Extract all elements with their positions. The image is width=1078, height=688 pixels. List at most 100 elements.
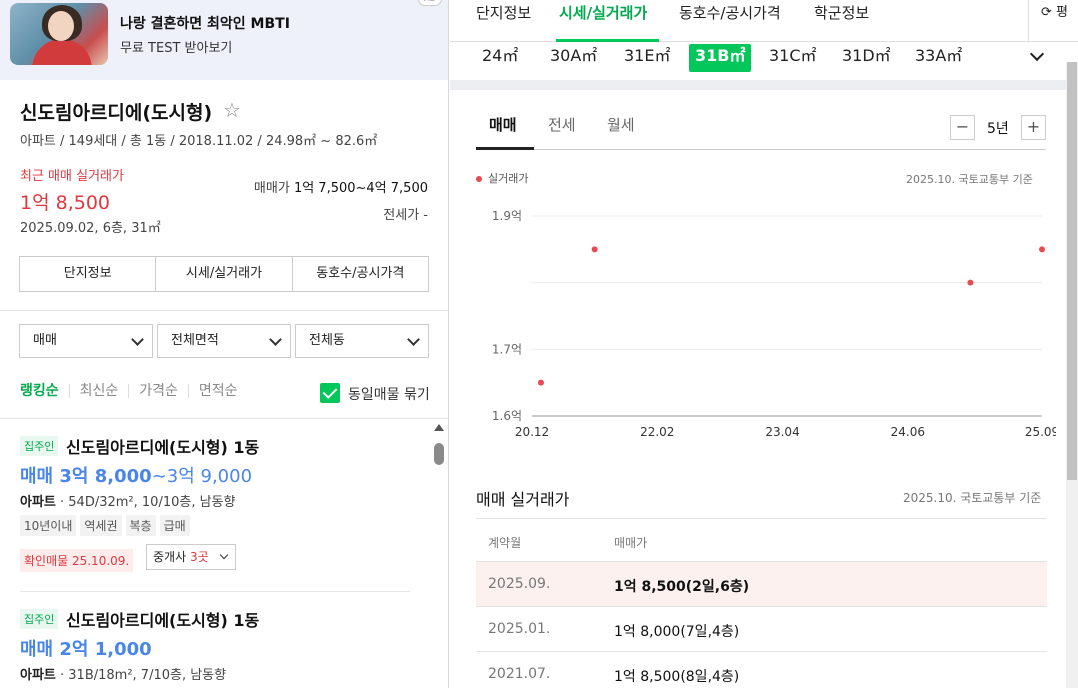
table-row[interactable]: 2025.09. 1억 8,500(2일,6층) [476, 562, 1047, 607]
row-price: 1억 8,000(7일,4층) [614, 624, 740, 640]
group-same-listing-checkbox[interactable] [320, 383, 340, 403]
complex-meta: 아파트 / 149세대 / 총 1동 / 2018.11.02 / 24.98㎡… [20, 134, 378, 149]
list-item[interactable]: 집주인 신도림아르디에(도시형) 1동 매매 3억 8,000~3억 9,000… [20, 436, 410, 586]
tab-unit-price[interactable]: 동호수/공시가격 [679, 2, 781, 23]
tab-price[interactable]: 시세/실거래가 [559, 2, 647, 23]
chevron-down-icon [131, 333, 144, 346]
area-value: 전체면적 [171, 333, 219, 348]
owner-tag: 집주인 [20, 609, 59, 629]
size-option[interactable]: 31D㎡ [842, 44, 891, 72]
scroll-thumb[interactable] [1067, 62, 1077, 480]
table-row[interactable]: 2021.07. 1억 8,500(8일,4층) [476, 652, 1047, 688]
data-point [591, 246, 598, 253]
scroll-up-icon[interactable] [434, 424, 444, 431]
listing-title[interactable]: 신도림아르디에(도시형) 1동 [66, 607, 259, 631]
table-row[interactable]: 2025.01. 1억 8,000(7일,4층) [476, 607, 1047, 652]
broker-dropdown[interactable]: 중개사 3곳 [146, 544, 236, 570]
listing-price-value: 3억 8,000 [59, 466, 152, 487]
size-option[interactable]: 33A㎡ [915, 44, 962, 72]
owner-tag: 집주인 [20, 436, 59, 456]
chevron-down-icon [407, 333, 420, 346]
row-month: 2025.09. [488, 576, 551, 592]
dong-select[interactable]: 전체동 [295, 324, 429, 358]
left-tab-unit-price[interactable]: 동호수/공시가격 [293, 257, 428, 291]
dong-value: 전체동 [309, 333, 345, 348]
sale-range-label: 매매가 [253, 181, 290, 196]
ad-title[interactable]: 나랑 결혼하면 최악인 MBTI [120, 13, 290, 33]
legend-label: 실거래가 [488, 172, 529, 185]
divider [0, 418, 448, 419]
row-price: 1억 8,500(8일,4층) [614, 669, 740, 685]
period-increase-button[interactable]: + [1021, 115, 1046, 140]
favorite-star-icon[interactable]: ☆ [223, 98, 241, 122]
recent-trades-title: 매매 실거래가 [476, 490, 570, 509]
data-point [537, 379, 544, 386]
jeonse-price: 전세가 - [383, 208, 428, 223]
broker-label: 중개사 [153, 550, 190, 564]
recent-price: 1억 8,500 [20, 192, 111, 214]
listing-price-prefix: 매매 [20, 466, 60, 487]
tab-complex-info[interactable]: 단지정보 [476, 2, 531, 23]
refresh-icon: ⟳ [1041, 5, 1052, 20]
size-option[interactable]: 24㎡ [482, 44, 518, 72]
ad-thumbnail[interactable] [10, 3, 108, 65]
recent-price-label: 최근 매매 실거래가 [20, 169, 124, 184]
list-scrollbar[interactable] [432, 422, 446, 688]
detail-scrollbar[interactable] [1066, 62, 1078, 688]
header-price: 매매가 [614, 536, 648, 550]
listing-spec-text: · 31B/18m², 7/10층, 남동향 [55, 668, 227, 683]
listing-tag: 복층 [125, 515, 156, 536]
x-tick-label: 25.09 [1025, 425, 1056, 439]
recent-trades-table: 계약월 매매가 2025.09. 1억 8,500(2일,6층) 2025.01… [476, 518, 1047, 688]
area-select[interactable]: 전체면적 [157, 324, 291, 358]
period-decrease-button[interactable]: − [950, 115, 975, 140]
group-same-listing-label[interactable]: 동일매물 묶기 [348, 384, 430, 404]
tab-school[interactable]: 학군정보 [814, 2, 869, 23]
price-chart: 1.6억 1.7억 1.9억 20.12 22.02 23.04 24.06 25.09 [492, 209, 1056, 439]
size-option[interactable]: 30A㎡ [550, 44, 597, 72]
right-panel: 단지정보 시세/실거래가 동호수/공시가격 학군정보 ⟳ 평 24㎡ 30A㎡ … [450, 0, 1078, 688]
listing-title[interactable]: 신도림아르디에(도시형) 1동 [66, 434, 259, 458]
expand-sizes-chevron-icon[interactable] [1029, 46, 1045, 62]
listing-spec: 아파트 · 31B/18m², 7/10층, 남동향 [20, 664, 226, 683]
sort-latest[interactable]: 최신순 [68, 384, 129, 398]
size-option[interactable]: 31C㎡ [769, 44, 817, 72]
listing-tags: 10년이내 역세권 복층 급매 [20, 515, 190, 536]
chevron-down-icon [219, 550, 229, 560]
chart-legend: 실거래가 [476, 170, 528, 186]
list-item[interactable]: 집주인 신도림아르디에(도시형) 1동 매매 2억 1,000 아파트 · 31… [20, 609, 410, 688]
ad-badge[interactable]: AD [418, 0, 442, 6]
sort-area[interactable]: 면적순 [187, 384, 248, 398]
section-divider [450, 80, 1066, 90]
sort-price[interactable]: 가격순 [128, 384, 188, 398]
refresh-button[interactable]: ⟳ 평 [1028, 0, 1078, 42]
y-tick-label: 1.6억 [492, 409, 522, 423]
refresh-label: 평 [1056, 5, 1069, 20]
left-tab-price[interactable]: 시세/실거래가 [156, 257, 293, 291]
listing-tag: 역세권 [80, 515, 122, 536]
ad-subtitle[interactable]: 무료 TEST 받아보기 [120, 37, 232, 56]
ad-banner[interactable]: 나랑 결혼하면 최악인 MBTI 무료 TEST 받아보기 AD [0, 0, 448, 80]
scroll-thumb[interactable] [434, 443, 444, 465]
x-tick-label: 22.02 [640, 425, 674, 439]
trade-tab-sale[interactable]: 매매 [489, 114, 517, 135]
table-header: 계약월 매매가 [476, 518, 1047, 562]
active-trade-tab-indicator [476, 147, 534, 150]
chevron-down-icon [269, 333, 282, 346]
trade-tab-monthly[interactable]: 월세 [607, 114, 635, 135]
trade-tab-jeonse[interactable]: 전세 [548, 114, 576, 135]
x-tick-label: 20.12 [515, 425, 549, 439]
listing-spec-text: · 54D/32m², 10/10층, 남동향 [55, 495, 236, 510]
x-tick-label: 24.06 [891, 425, 925, 439]
detail-tab-bar: 단지정보 시세/실거래가 동호수/공시가격 학군정보 ⟳ 평 [450, 0, 1078, 42]
left-tab-complex-info[interactable]: 단지정보 [20, 257, 157, 291]
row-price: 1억 8,500(2일,6층) [614, 579, 750, 595]
size-option[interactable]: 31E㎡ [624, 44, 670, 72]
trade-type-select[interactable]: 매매 [19, 324, 153, 358]
complex-name: 신도림아르디에(도시형) [20, 102, 213, 124]
x-tick-label: 23.04 [765, 425, 799, 439]
size-option-active[interactable]: 31B㎡ [689, 44, 752, 72]
divider [20, 591, 410, 592]
data-point [967, 279, 974, 286]
sort-ranking[interactable]: 랭킹순 [20, 384, 69, 398]
